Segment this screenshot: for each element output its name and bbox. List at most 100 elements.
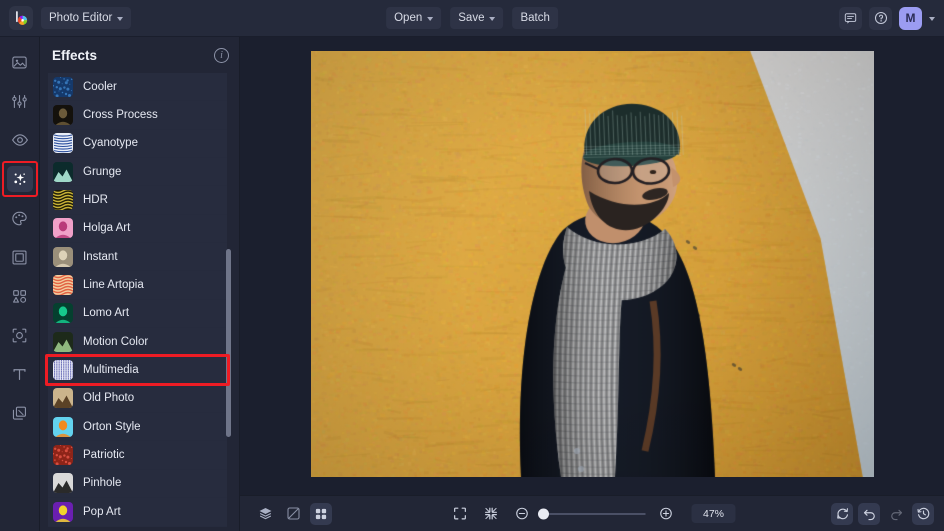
batch-button[interactable]: Batch xyxy=(512,7,558,29)
effect-item-motion-color[interactable]: Motion Color xyxy=(48,328,227,357)
effect-item-pinhole[interactable]: Pinhole xyxy=(48,469,227,499)
toolbar-left-group: Photo Editor xyxy=(0,6,132,30)
zoom-out-button[interactable] xyxy=(511,503,533,525)
zoom-slider-handle[interactable] xyxy=(538,508,549,519)
effect-item-label: Lomo Art xyxy=(83,307,130,320)
effect-item-cyanotype[interactable]: Cyanotype xyxy=(48,129,227,159)
rail-item-touch-up[interactable] xyxy=(7,127,33,153)
toolbar-right-group: M xyxy=(839,6,944,30)
zoom-in-button[interactable] xyxy=(655,503,677,525)
undo-button[interactable] xyxy=(858,502,880,525)
open-button-label: Open xyxy=(394,12,423,24)
effect-item-label: Cooler xyxy=(83,80,117,93)
effect-item-label: Instant xyxy=(83,250,118,263)
thumb-cyanotype-icon xyxy=(53,133,73,154)
mode-selector-label: Photo Editor xyxy=(49,12,113,24)
layers-button[interactable] xyxy=(254,503,276,525)
rail-item-graphics[interactable] xyxy=(7,400,33,426)
toolbar-center-group: Open Save Batch xyxy=(386,7,558,29)
rail-item-effects[interactable] xyxy=(1,161,38,197)
thumb-patriotic-icon xyxy=(53,445,73,466)
texture-icon xyxy=(12,328,27,342)
chevron-down-icon xyxy=(117,16,124,21)
layers-icon xyxy=(259,508,271,520)
open-button[interactable]: Open xyxy=(386,7,442,29)
effect-item-grunge[interactable]: Grunge xyxy=(48,158,227,187)
thumb-cooler-icon xyxy=(53,76,73,97)
edited-photo[interactable] xyxy=(310,50,874,477)
bottom-toolbar: 47% xyxy=(240,495,944,531)
effect-item-old-photo[interactable]: Old Photo xyxy=(48,384,227,414)
rail-item-text[interactable] xyxy=(7,361,33,387)
effects-scrollbar-track[interactable] xyxy=(226,81,235,527)
reset-button[interactable] xyxy=(831,502,853,525)
history-button[interactable] xyxy=(912,502,934,525)
chevron-down-icon xyxy=(489,16,496,21)
rail-item-frames[interactable] xyxy=(7,244,33,270)
zoom-level-value[interactable]: 47% xyxy=(691,504,736,523)
collapse-icon xyxy=(484,507,497,520)
mode-selector-photo-editor[interactable]: Photo Editor xyxy=(41,7,132,29)
effect-item-pop-art[interactable]: Pop Art xyxy=(48,498,227,527)
effect-item-multimedia[interactable]: Multimedia xyxy=(45,354,230,387)
rail-item-overlays[interactable] xyxy=(7,283,33,309)
grid-view-button[interactable] xyxy=(310,502,332,525)
batch-button-label: Batch xyxy=(520,12,550,24)
effect-item-cooler[interactable]: Cooler xyxy=(48,73,227,102)
thumb-lomo-art-icon xyxy=(53,303,73,324)
rail-item-edit[interactable] xyxy=(7,88,33,114)
thumb-line-artopia-icon xyxy=(53,275,73,296)
sparkles-icon xyxy=(13,173,25,185)
effect-item-label: Cross Process xyxy=(83,109,158,122)
effect-item-orton-style[interactable]: Orton Style xyxy=(48,413,227,442)
effect-item-label: Orton Style xyxy=(83,420,141,433)
compare-button[interactable] xyxy=(282,503,304,525)
thumb-old-photo-icon xyxy=(53,388,73,409)
zoom-slider[interactable] xyxy=(538,508,646,519)
thumb-instant-icon xyxy=(53,246,73,267)
page-title: Effects xyxy=(52,47,98,63)
rail-item-artsy[interactable] xyxy=(7,205,33,231)
befunky-logo-icon[interactable] xyxy=(9,6,33,30)
sliders-icon xyxy=(12,94,27,108)
redo-button[interactable] xyxy=(885,503,907,525)
effect-item-label: Motion Color xyxy=(83,335,149,348)
compare-icon xyxy=(286,507,300,520)
info-circle-icon[interactable]: i xyxy=(214,47,229,63)
effect-item-label: Patriotic xyxy=(83,449,125,462)
thumb-grunge-icon xyxy=(53,161,73,182)
layers-stack-icon xyxy=(12,406,27,420)
account-chevron-down-icon[interactable] xyxy=(929,16,935,21)
effect-item-hdr[interactable]: HDR xyxy=(48,186,227,215)
effects-list[interactable]: Cooler Cross Process Cyanotype Grunge HDR H… xyxy=(40,73,239,531)
thumb-orton-style-icon xyxy=(53,416,73,437)
top-toolbar: Photo Editor Open Save Batch M xyxy=(0,0,944,37)
effect-item-holga-art[interactable]: Holga Art xyxy=(48,214,227,244)
effect-item-cross-process[interactable]: Cross Process xyxy=(48,101,227,130)
effect-item-label: Line Artopia xyxy=(83,279,144,292)
thumb-pop-art-icon xyxy=(53,501,73,522)
avatar[interactable]: M xyxy=(899,6,922,30)
help-button[interactable] xyxy=(869,6,892,30)
grid-view-icon xyxy=(315,508,327,519)
canvas-stage[interactable] xyxy=(240,37,944,495)
feedback-button[interactable] xyxy=(839,6,862,30)
frame-icon xyxy=(12,249,27,265)
effect-item-instant[interactable]: Instant xyxy=(48,243,227,272)
rail-item-image[interactable] xyxy=(7,49,33,75)
thumb-motion-color-icon xyxy=(53,331,73,352)
effect-item-label: Grunge xyxy=(83,165,122,178)
effect-item-lomo-art[interactable]: Lomo Art xyxy=(48,299,227,329)
fullscreen-button[interactable] xyxy=(449,503,471,525)
save-button[interactable]: Save xyxy=(450,7,504,29)
effects-scrollbar-thumb[interactable] xyxy=(226,249,231,437)
chevron-down-icon xyxy=(427,16,434,21)
effect-item-patriotic[interactable]: Patriotic xyxy=(48,441,227,470)
thumb-pinhole-icon xyxy=(53,473,73,494)
eye-icon xyxy=(11,134,28,146)
rail-item-textures[interactable] xyxy=(7,322,33,348)
effect-item-line-artopia[interactable]: Line Artopia xyxy=(48,271,227,300)
fit-to-screen-button[interactable] xyxy=(480,503,502,525)
effect-item-label: HDR xyxy=(83,194,108,207)
effect-item-label: Pinhole xyxy=(83,477,122,490)
